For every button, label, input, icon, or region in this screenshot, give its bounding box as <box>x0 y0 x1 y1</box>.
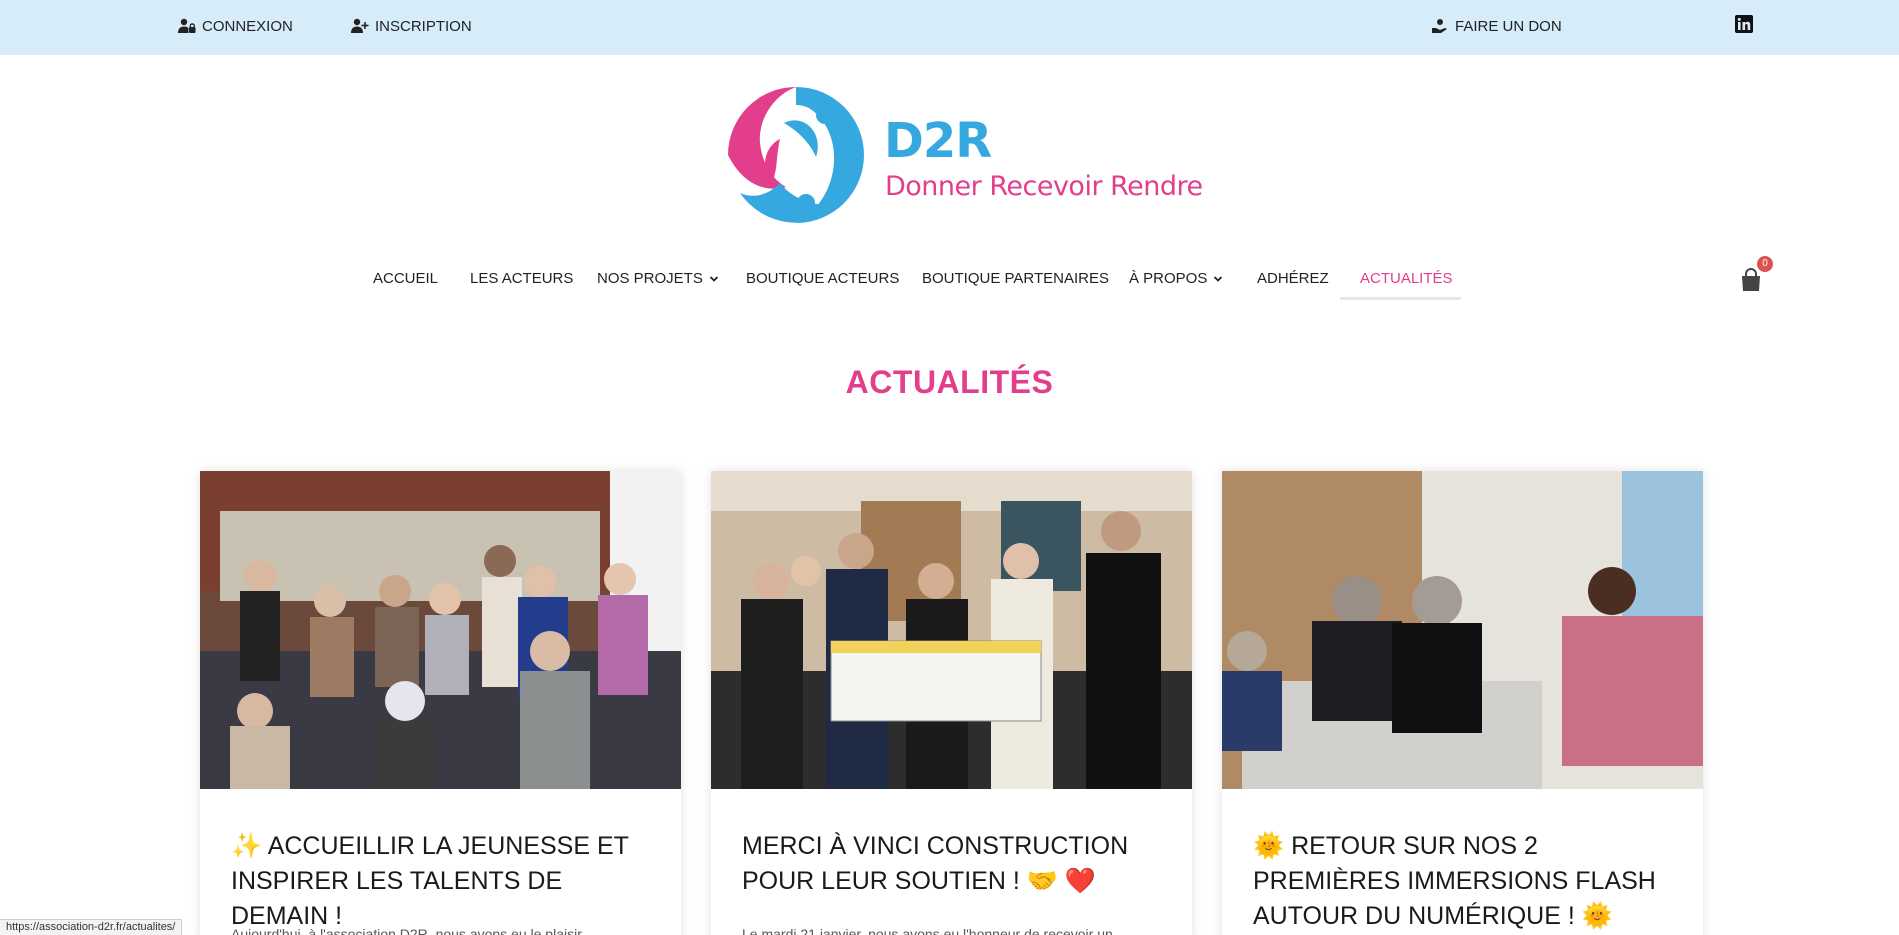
news-card[interactable]: MERCI À VINCI CONSTRUCTION POUR LEUR SOU… <box>711 471 1192 935</box>
nav-item-label: ACTUALITÉS <box>1360 270 1453 287</box>
nav-item-label: ADHÉREZ <box>1257 270 1329 287</box>
site-logo[interactable]: D2R Donner Recevoir Rendre <box>724 83 1203 228</box>
page-title: ACTUALITÉS <box>845 364 1054 400</box>
user-lock-icon <box>178 18 196 33</box>
nav-item-boutique-acteurs[interactable]: BOUTIQUE ACTEURS <box>746 270 899 287</box>
hand-holding-icon <box>1432 19 1447 33</box>
news-card-image[interactable] <box>200 471 681 789</box>
inscription-label: INSCRIPTION <box>375 17 472 35</box>
news-card-title[interactable]: MERCI À VINCI CONSTRUCTION POUR LEUR SOU… <box>742 829 1172 899</box>
chevron-down-icon <box>1214 275 1223 282</box>
nav-item-actualites[interactable]: ACTUALITÉS <box>1360 270 1453 287</box>
nav-item-les-acteurs[interactable]: LES ACTEURS <box>470 270 573 287</box>
shopping-bag-icon[interactable] <box>1740 268 1762 292</box>
news-card[interactable]: ✨ ACCUEILLIR LA JEUNESSE ET INSPIRER LES… <box>200 471 681 935</box>
chevron-down-icon <box>709 275 718 282</box>
news-card-title[interactable]: ✨ ACCUEILLIR LA JEUNESSE ET INSPIRER LES… <box>231 829 661 934</box>
news-card-title[interactable]: 🌞 RETOUR SUR NOS 2 PREMIÈRES IMMERSIONS … <box>1253 829 1683 934</box>
cart-count-badge: 0 <box>1757 256 1773 272</box>
nav-item-label: NOS PROJETS <box>597 270 703 287</box>
d2r-logo-mark-icon <box>728 87 864 223</box>
nav-item-boutique-partenaires[interactable]: BOUTIQUE PARTENAIRES <box>922 270 1109 287</box>
user-plus-icon <box>351 18 369 33</box>
news-card-excerpt: Le mardi 21 janvier, nous avons eu l'hon… <box>742 926 1113 935</box>
nav-item-label: BOUTIQUE PARTENAIRES <box>922 270 1109 287</box>
faire-un-don-link[interactable]: FAIRE UN DON <box>1431 16 1562 36</box>
active-nav-underline <box>1340 297 1461 300</box>
main-nav: ACCUEIL LES ACTEURS NOS PROJETS BOUTIQUE… <box>0 262 1899 300</box>
nav-item-label: LES ACTEURS <box>470 270 574 287</box>
logo-title: D2R <box>884 113 992 169</box>
nav-item-a-propos[interactable]: À PROPOS <box>1129 270 1223 287</box>
nav-item-label: ACCUEIL <box>373 270 439 287</box>
connexion-link[interactable]: CONNEXION <box>178 16 293 36</box>
connexion-label: CONNEXION <box>202 17 293 35</box>
news-card-image[interactable] <box>1222 471 1703 789</box>
faire-un-don-label: FAIRE UN DON <box>1455 17 1562 35</box>
top-bar: CONNEXION INSCRIPTION FAIRE UN DON <box>0 0 1899 55</box>
status-bar-url: https://association-d2r.fr/actualites/ <box>0 919 183 935</box>
inscription-link[interactable]: INSCRIPTION <box>351 16 472 36</box>
nav-item-nos-projets[interactable]: NOS PROJETS <box>597 270 719 287</box>
nav-item-label: À PROPOS <box>1129 270 1208 287</box>
nav-item-label: BOUTIQUE ACTEURS <box>746 270 900 287</box>
news-card-excerpt: Aujourd'hui, à l'association D2R, nous a… <box>231 926 582 935</box>
nav-item-accueil[interactable]: ACCUEIL <box>373 270 438 287</box>
linkedin-icon[interactable] <box>1735 15 1753 33</box>
logo-subtitle: Donner Recevoir Rendre <box>885 171 1203 202</box>
nav-item-adherez[interactable]: ADHÉREZ <box>1257 270 1329 287</box>
news-card-image[interactable] <box>711 471 1192 789</box>
news-card[interactable]: 🌞 RETOUR SUR NOS 2 PREMIÈRES IMMERSIONS … <box>1222 471 1703 935</box>
